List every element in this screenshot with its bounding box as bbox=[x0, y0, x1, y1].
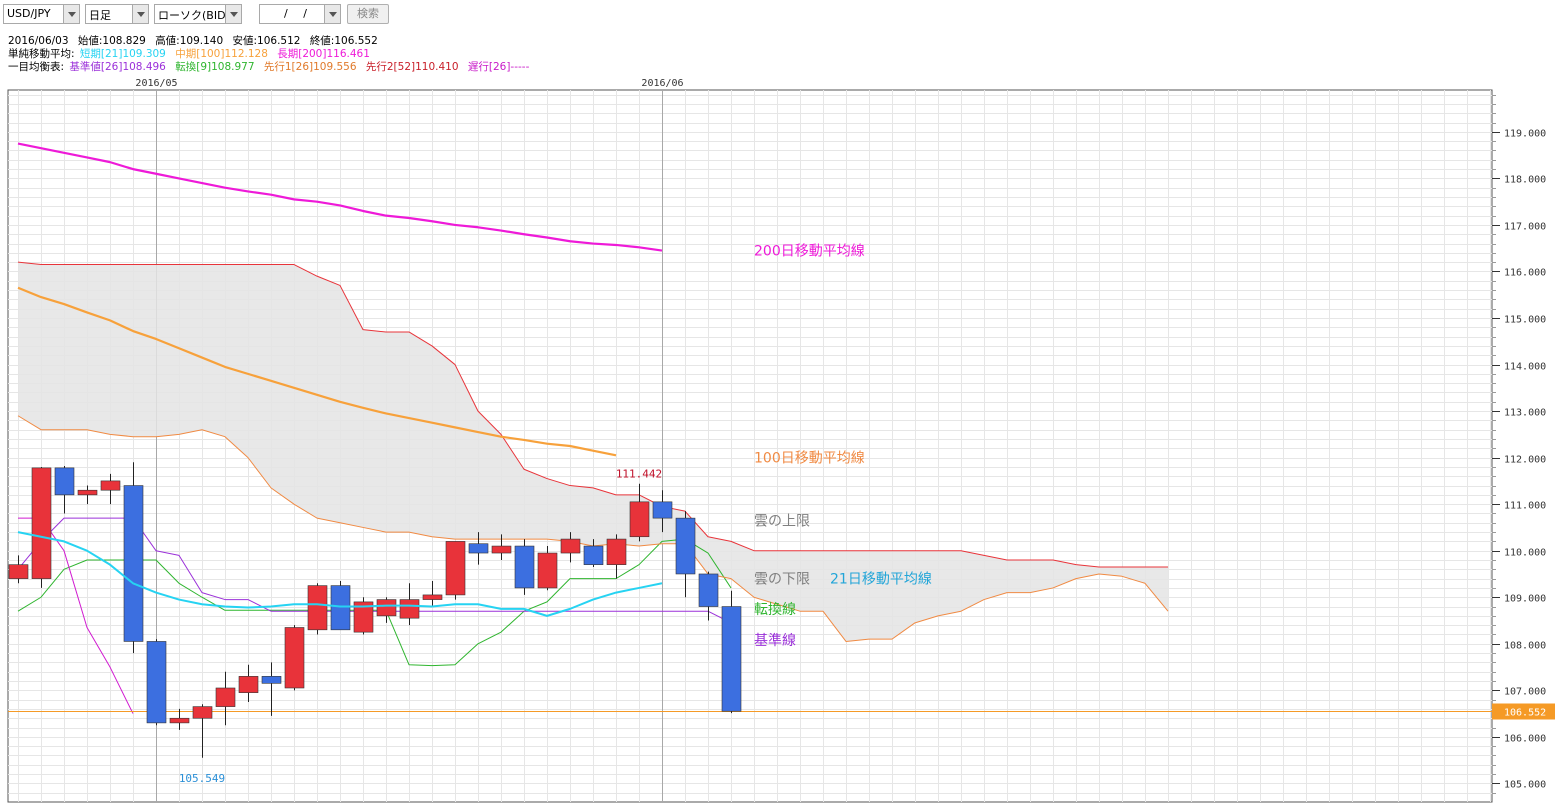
bullish-candle bbox=[284, 625, 305, 691]
y-tick-label: 112.000 bbox=[1504, 455, 1546, 466]
candle-body bbox=[146, 641, 167, 724]
y-tick-label: 113.000 bbox=[1504, 408, 1546, 419]
candle-body bbox=[675, 517, 696, 575]
legend-label: 21日移動平均線 bbox=[830, 572, 932, 588]
low-annotation: 105.549 bbox=[179, 772, 225, 785]
ichimoku-line: 一目均衡表: 基準値[26]108.496 転換[9]108.977 先行1[2… bbox=[8, 59, 535, 74]
bullish-candle bbox=[31, 466, 52, 588]
y-tick-label: 106.000 bbox=[1504, 734, 1546, 745]
candle-body bbox=[652, 501, 673, 519]
legend-label: 200日移動平均線 bbox=[754, 244, 865, 260]
bearish-candle bbox=[514, 539, 535, 595]
bearish-candle bbox=[721, 590, 742, 714]
candle-body bbox=[307, 585, 328, 631]
candle-body bbox=[721, 606, 742, 712]
date-value: / / bbox=[284, 7, 313, 20]
candle-body bbox=[629, 501, 650, 538]
ichimoku-chikou: 遅行[26]----- bbox=[467, 61, 530, 73]
date-select[interactable]: / / bbox=[259, 4, 341, 24]
y-tick-label: 119.000 bbox=[1504, 129, 1546, 140]
candle-body bbox=[284, 627, 305, 689]
y-tick-label: 116.000 bbox=[1504, 268, 1546, 279]
chevron-down-icon[interactable] bbox=[225, 5, 241, 23]
candle-body bbox=[8, 564, 29, 579]
timeframe-select[interactable]: 日足 bbox=[85, 4, 149, 24]
legend-label: 基準線 bbox=[754, 632, 796, 649]
bearish-candle bbox=[146, 639, 167, 726]
ichimoku-kijun: 基準値[26]108.496 bbox=[69, 61, 166, 73]
candle-body bbox=[583, 545, 604, 565]
currency-pair-value: USD/JPY bbox=[7, 7, 51, 20]
candle-body bbox=[537, 552, 558, 589]
y-tick-label: 117.000 bbox=[1504, 222, 1546, 233]
candle-body bbox=[169, 717, 190, 724]
chevron-down-icon[interactable] bbox=[63, 5, 79, 23]
search-button[interactable]: 検索 bbox=[347, 4, 389, 24]
y-tick-label: 111.000 bbox=[1504, 501, 1546, 512]
chevron-down-icon[interactable] bbox=[324, 5, 340, 23]
y-tick-label: 110.000 bbox=[1504, 548, 1546, 559]
candle-body bbox=[606, 538, 627, 565]
candle-body bbox=[261, 676, 282, 684]
candle-body bbox=[192, 706, 213, 719]
candlestick-chart[interactable]: 105.000 106.000 107.000 108.000 109.000 110.0… bbox=[0, 76, 1555, 804]
y-tick-label: 114.000 bbox=[1504, 362, 1546, 373]
bullish-candle bbox=[445, 541, 466, 600]
legend-label: 転換線 bbox=[754, 602, 796, 618]
candle-body bbox=[54, 467, 75, 496]
legend-label: 雲の下限 bbox=[754, 572, 810, 588]
y-tick-label: 109.000 bbox=[1504, 594, 1546, 605]
ichimoku-tenkan: 転換[9]108.977 bbox=[175, 61, 255, 73]
candle-body bbox=[399, 599, 420, 619]
chevron-down-icon[interactable] bbox=[132, 5, 148, 23]
chart-kind-value: ローソク(BID) bbox=[158, 9, 230, 22]
y-tick-label: 108.000 bbox=[1504, 641, 1546, 652]
indicator-info: 2016/06/03 始値:108.829 高値:109.140 安値:106.… bbox=[0, 32, 1555, 76]
bearish-candle bbox=[123, 462, 144, 654]
ichimoku-senkou1: 先行1[26]109.556 bbox=[263, 61, 357, 73]
y-tick-label: 107.000 bbox=[1504, 687, 1546, 698]
legend-label: 雲の上限 bbox=[754, 513, 810, 529]
candle-body bbox=[445, 541, 466, 596]
candle-body bbox=[514, 545, 535, 589]
y-tick-label: 105.000 bbox=[1504, 780, 1546, 791]
bullish-candle bbox=[353, 597, 374, 635]
ichimoku-senkou2: 先行2[52]110.410 bbox=[365, 61, 459, 73]
month-label: 2016/06 bbox=[641, 78, 683, 89]
chart-kind-select[interactable]: ローソク(BID) bbox=[154, 4, 242, 24]
bullish-candle bbox=[307, 583, 328, 635]
candle-body bbox=[330, 585, 351, 631]
candle-body bbox=[698, 573, 719, 607]
candle-body bbox=[376, 599, 397, 617]
candle-body bbox=[491, 545, 512, 554]
candle-body bbox=[468, 543, 489, 554]
timeframe-value: 日足 bbox=[89, 9, 111, 22]
candle-body bbox=[77, 489, 98, 496]
y-tick-label: 115.000 bbox=[1504, 315, 1546, 326]
ichimoku-label: 一目均衡表: bbox=[8, 61, 65, 73]
currency-pair-select[interactable]: USD/JPY bbox=[3, 4, 80, 24]
y-tick-label: 118.000 bbox=[1504, 175, 1546, 186]
candle-body bbox=[123, 485, 144, 642]
high-annotation: 111.442 bbox=[616, 468, 662, 481]
candle-body bbox=[215, 687, 236, 707]
candle-body bbox=[31, 467, 52, 579]
candle-body bbox=[422, 594, 443, 600]
toolbar: USD/JPY 日足 ローソク(BID) / / 検索 bbox=[0, 0, 1555, 30]
candle-body bbox=[100, 480, 121, 491]
candle-body bbox=[560, 538, 581, 554]
current-price-label: 106.552 bbox=[1504, 708, 1546, 719]
month-label: 2016/05 bbox=[135, 78, 177, 89]
candle-body bbox=[238, 676, 259, 693]
legend-label: 100日移動平均線 bbox=[754, 451, 865, 467]
